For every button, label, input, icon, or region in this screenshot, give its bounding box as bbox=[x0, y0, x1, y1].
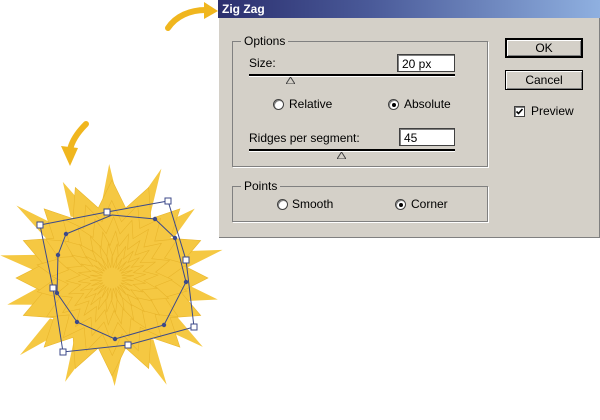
size-label: Size: bbox=[249, 56, 276, 70]
absolute-radio[interactable] bbox=[388, 99, 399, 110]
options-legend: Options bbox=[241, 34, 289, 48]
ridges-input[interactable]: 45 bbox=[399, 128, 455, 146]
size-slider-track[interactable] bbox=[249, 74, 455, 77]
preview-label[interactable]: Preview bbox=[531, 104, 574, 118]
absolute-label[interactable]: Absolute bbox=[404, 97, 451, 111]
checkmark-icon bbox=[515, 108, 524, 115]
arrow-down-icon bbox=[61, 121, 89, 166]
relative-radio[interactable] bbox=[273, 99, 284, 110]
zigzag-dialog: Zig Zag Options Size: 20 px Relative Abs… bbox=[218, 0, 600, 238]
dialog-title[interactable]: Zig Zag bbox=[218, 0, 600, 18]
size-slider-thumb[interactable] bbox=[285, 77, 295, 84]
zigzag-starburst bbox=[0, 164, 223, 386]
ridges-slider-thumb[interactable] bbox=[337, 152, 347, 159]
options-group: Options Size: 20 px Relative Absolute Ri… bbox=[232, 34, 488, 167]
cancel-button[interactable]: Cancel bbox=[505, 70, 583, 90]
smooth-label[interactable]: Smooth bbox=[292, 197, 333, 211]
ridges-label: Ridges per segment: bbox=[249, 131, 360, 145]
smooth-radio[interactable] bbox=[277, 199, 288, 210]
preview-checkbox[interactable] bbox=[514, 106, 525, 117]
corner-radio[interactable] bbox=[395, 199, 406, 210]
arrow-to-dialog-icon bbox=[165, 2, 218, 31]
ridges-slider-track[interactable] bbox=[249, 149, 455, 152]
points-legend: Points bbox=[241, 179, 281, 193]
size-input[interactable]: 20 px bbox=[397, 54, 455, 72]
ok-button[interactable]: OK bbox=[505, 38, 583, 58]
corner-label[interactable]: Corner bbox=[411, 197, 448, 211]
points-group: Points Smooth Corner bbox=[232, 179, 488, 222]
relative-label[interactable]: Relative bbox=[289, 97, 332, 111]
